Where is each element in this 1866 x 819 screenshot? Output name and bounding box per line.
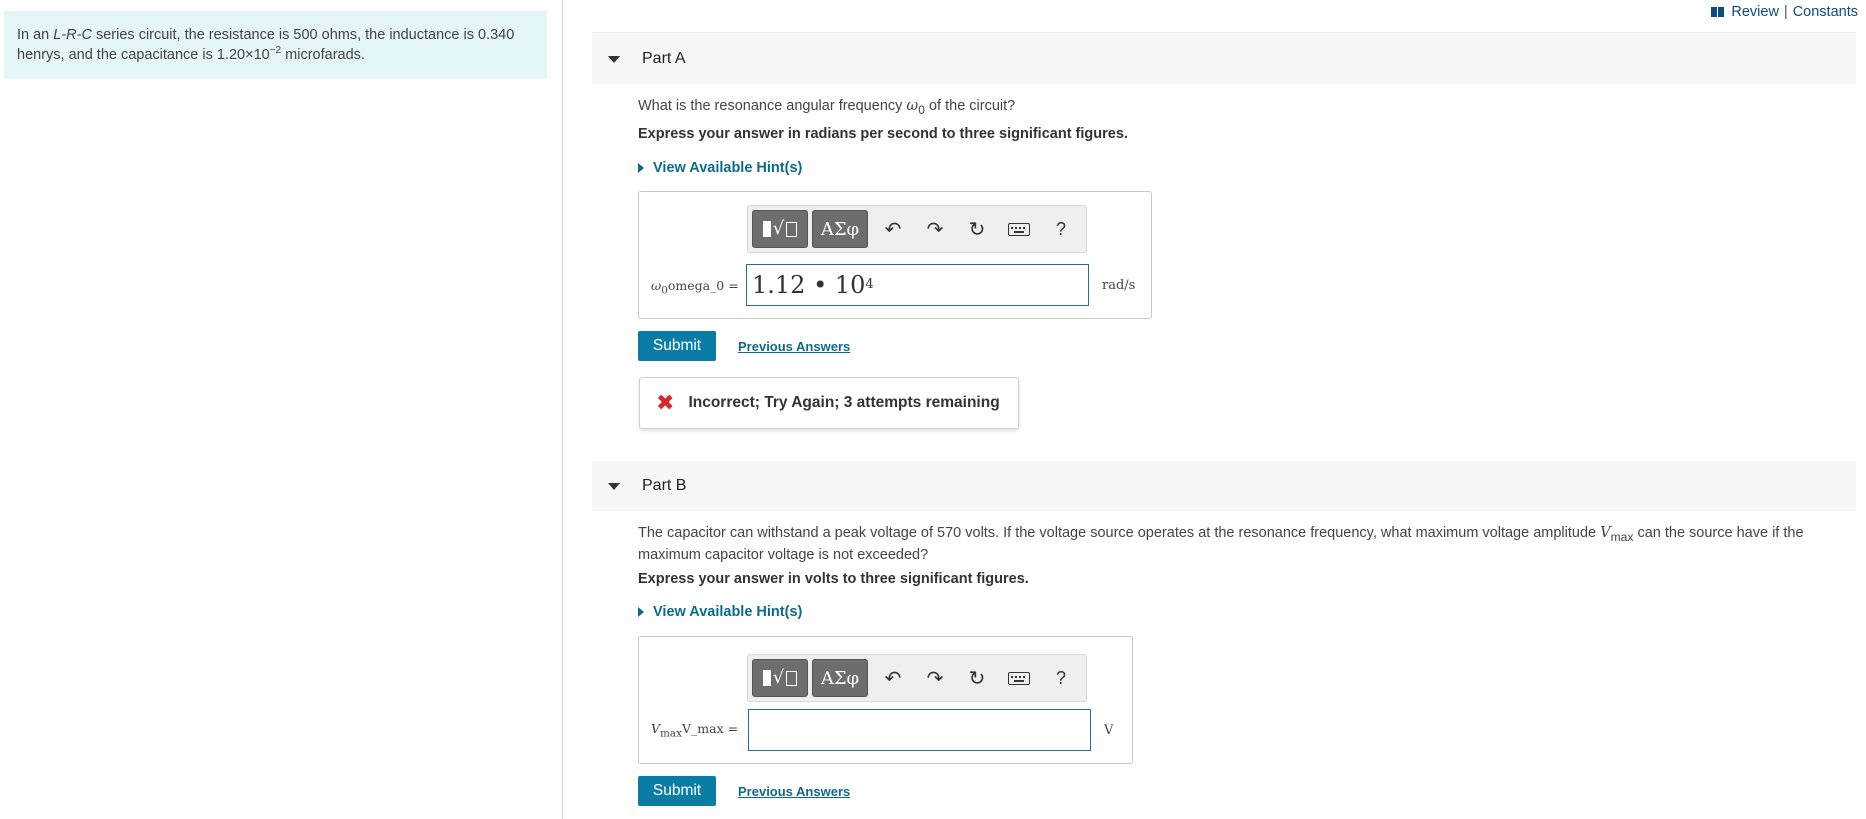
- part-a-question-text-1: What is the resonance angular frequency: [638, 98, 907, 114]
- part-a-question-symbol: ω: [906, 98, 919, 114]
- keyboard-button[interactable]: [998, 210, 1040, 248]
- part-a-answer-box: √ ΑΣφ ↶ ↷ ↻ ? ω0omega_0 = 1.12 • 10 4 rad…: [638, 191, 1152, 319]
- part-b-header[interactable]: Part B: [592, 461, 1856, 511]
- templates-icon: √: [762, 220, 798, 238]
- redo-icon[interactable]: ↷: [914, 210, 956, 248]
- part-b-question-subscript: max: [1610, 529, 1634, 544]
- part-b-var-text: V_max =: [681, 721, 739, 736]
- part-a-instruction: Express your answer in radians per secon…: [638, 126, 1128, 142]
- part-a-feedback-message: Incorrect; Try Again; 3 attempts remaini…: [688, 394, 1000, 411]
- part-a-submit-button[interactable]: Submit: [638, 331, 716, 361]
- part-b-answer-box: √ ΑΣφ ↶ ↷ ↻ ? VmaxV_max = V: [638, 636, 1133, 764]
- help-icon[interactable]: ?: [1040, 210, 1082, 248]
- templates-button[interactable]: √: [752, 210, 808, 248]
- part-a-hint-toggle[interactable]: View Available Hint(s): [638, 160, 802, 176]
- intro-text-3: microfarads.: [281, 47, 365, 63]
- part-a-hint-label: View Available Hint(s): [653, 160, 803, 176]
- keyboard-button[interactable]: [998, 659, 1040, 697]
- intro-circuit-type: L-R-C: [53, 27, 92, 43]
- review-link[interactable]: Review: [1731, 4, 1779, 20]
- constants-link[interactable]: Constants: [1793, 4, 1858, 20]
- part-a-header[interactable]: Part A: [592, 34, 1856, 84]
- part-a-answer-input[interactable]: 1.12 • 10 4: [746, 264, 1089, 306]
- undo-icon[interactable]: ↶: [872, 659, 914, 697]
- math-toolbar: √ ΑΣφ ↶ ↷ ↻ ?: [747, 654, 1087, 702]
- keyboard-icon: [1008, 222, 1030, 236]
- part-b-previous-answers-link[interactable]: Previous Answers: [738, 784, 850, 799]
- part-b-hint-label: View Available Hint(s): [653, 604, 803, 620]
- part-a-question: What is the resonance angular frequency …: [638, 97, 1015, 119]
- problem-panel: In an L-R-C series circuit, the resistan…: [0, 0, 563, 819]
- reset-icon[interactable]: ↻: [956, 659, 998, 697]
- intro-exponent: −2: [269, 45, 282, 56]
- review-constants-bar: Review | Constants: [1711, 4, 1858, 20]
- part-b-title: Part B: [642, 477, 687, 494]
- expand-triangle-icon: [638, 163, 644, 173]
- collapse-caret-icon[interactable]: [608, 482, 620, 490]
- help-icon[interactable]: ?: [1040, 659, 1082, 697]
- part-b-submit-button[interactable]: Submit: [638, 776, 716, 806]
- part-b-hint-toggle[interactable]: View Available Hint(s): [638, 604, 802, 620]
- book-icon: [1711, 7, 1725, 17]
- divider: [592, 32, 1856, 33]
- undo-icon[interactable]: ↶: [872, 210, 914, 248]
- part-b-answer-input[interactable]: [748, 709, 1091, 751]
- part-b-question-symbol: V: [1600, 525, 1611, 541]
- collapse-caret-icon[interactable]: [608, 55, 620, 63]
- intro-text-1: In an: [17, 27, 54, 43]
- greek-symbols-button[interactable]: ΑΣφ: [812, 659, 868, 697]
- part-a-var-symbol: ω0: [651, 278, 668, 297]
- intro-text-2: series circuit, the resistance is 500 oh…: [17, 27, 515, 63]
- greek-symbols-button[interactable]: ΑΣφ: [812, 210, 868, 248]
- part-b-variable-label: VmaxV_max =: [651, 721, 738, 740]
- math-toolbar: √ ΑΣφ ↶ ↷ ↻ ?: [747, 205, 1087, 253]
- part-b-var-symbol: Vmax: [651, 721, 682, 740]
- problem-statement: In an L-R-C series circuit, the resistan…: [4, 11, 547, 79]
- part-a-unit: rad/s: [1102, 278, 1136, 293]
- part-a-title: Part A: [642, 50, 686, 67]
- part-b-question: The capacitor can withstand a peak volta…: [638, 524, 1818, 564]
- part-a-variable-label: ω0omega_0 =: [651, 278, 739, 297]
- expand-triangle-icon: [638, 607, 644, 617]
- templates-icon: √: [762, 669, 798, 687]
- part-a-question-text-2: of the circuit?: [924, 98, 1016, 114]
- incorrect-x-icon: ✖: [656, 390, 675, 415]
- part-a-feedback: ✖ Incorrect; Try Again; 3 attempts remai…: [639, 377, 1019, 429]
- part-a-previous-answers-link[interactable]: Previous Answers: [738, 339, 850, 354]
- link-separator: |: [1783, 4, 1788, 20]
- part-a-question-subscript: 0: [918, 102, 925, 117]
- reset-icon[interactable]: ↻: [956, 210, 998, 248]
- part-b-instruction: Express your answer in volts to three si…: [638, 571, 1029, 587]
- templates-button[interactable]: √: [752, 659, 808, 697]
- part-a-answer-mantissa: 1.12 • 10: [752, 271, 866, 299]
- redo-icon[interactable]: ↷: [914, 659, 956, 697]
- part-b-question-text-1: The capacitor can withstand a peak volta…: [638, 525, 1601, 541]
- part-a-var-text: omega_0 =: [667, 278, 739, 293]
- part-b-unit: V: [1104, 723, 1114, 738]
- keyboard-icon: [1008, 671, 1030, 685]
